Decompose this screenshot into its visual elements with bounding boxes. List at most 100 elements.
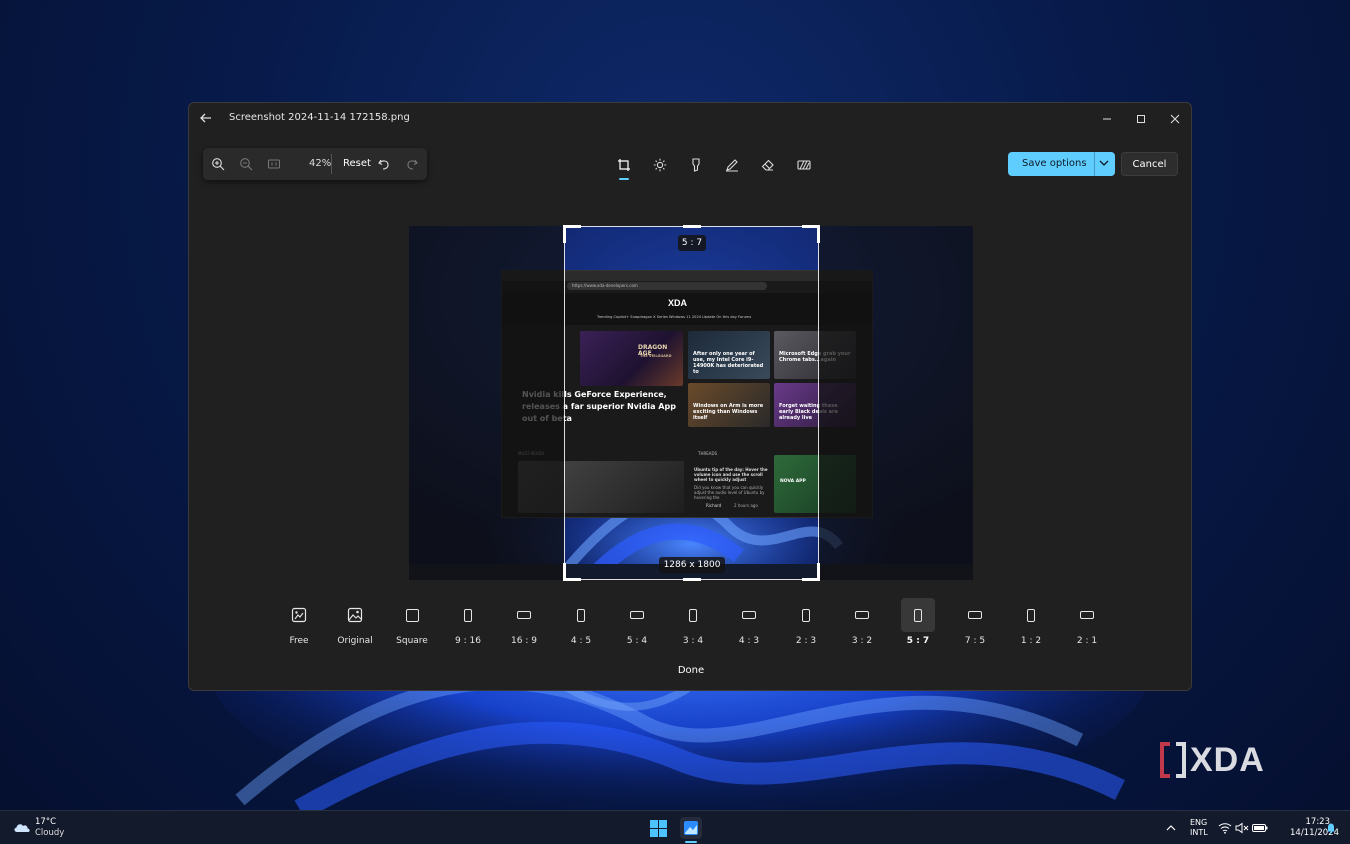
arrow-left-icon: [200, 113, 211, 123]
redo-button[interactable]: [403, 155, 421, 173]
crop-handle-top-left-v[interactable]: [563, 225, 566, 243]
aspect-ratio-label: 4 : 5: [570, 636, 592, 646]
landscape-ratio-icon: [517, 611, 531, 619]
aspect-ratio-option[interactable]: 4 : 3: [731, 598, 767, 648]
aspect-ratio-icon-wrap: [282, 598, 316, 632]
running-app-indicator: [685, 841, 697, 843]
system-clock[interactable]: 17:23 14/11/2024: [1290, 817, 1339, 839]
input-language[interactable]: ENG INTL: [1190, 818, 1208, 838]
cloud-icon[interactable]: [12, 819, 32, 835]
aspect-ratio-icon-wrap: [789, 598, 823, 632]
minimize-button[interactable]: [1099, 111, 1115, 127]
crop-handle-bottom-right-v[interactable]: [817, 563, 820, 581]
notification-bell-icon[interactable]: [1326, 822, 1336, 834]
aspect-ratio-option[interactable]: 7 : 5: [957, 598, 993, 648]
windows-start-icon[interactable]: [650, 820, 667, 837]
save-options-button[interactable]: Save options: [1008, 152, 1115, 176]
chevron-down-icon[interactable]: [1097, 156, 1111, 170]
crop-handle-top[interactable]: [683, 225, 701, 228]
maximize-button[interactable]: [1133, 111, 1149, 127]
crop-handle-bottom[interactable]: [683, 578, 701, 581]
volume-muted-icon[interactable]: [1235, 822, 1249, 834]
aspect-ratio-option[interactable]: 16 : 9: [506, 598, 542, 648]
battery-icon[interactable]: [1252, 822, 1268, 834]
square-icon: [405, 608, 419, 622]
weather-condition[interactable]: Cloudy: [35, 828, 64, 838]
landscape-ratio-icon: [630, 611, 644, 619]
wifi-icon[interactable]: [1218, 822, 1232, 834]
free-crop-icon: [291, 607, 307, 623]
crop-tool-button[interactable]: [614, 155, 634, 180]
photos-editor-window: Screenshot 2024-11-14 172158.png 42% Res…: [188, 102, 1192, 691]
brightness-icon: [653, 158, 667, 172]
aspect-ratio-label: 2 : 3: [795, 636, 817, 646]
crop-handle-top-right-v[interactable]: [817, 225, 820, 243]
language-code: ENG: [1190, 818, 1208, 827]
photos-app-button[interactable]: [680, 817, 702, 839]
xda-logo-mark: [1160, 742, 1186, 778]
portrait-ratio-icon: [689, 608, 697, 622]
clock-time: 17:23: [1305, 817, 1331, 827]
aspect-ratio-label: 1 : 2: [1020, 636, 1042, 646]
aspect-ratio-option[interactable]: 3 : 2: [844, 598, 880, 648]
zoom-out-button[interactable]: [237, 155, 255, 173]
clock-date: 14/11/2024: [1290, 828, 1339, 838]
split-divider: [1094, 152, 1095, 176]
image-canvas[interactable]: https://www.xda-developers.com XDA Trend…: [409, 225, 973, 581]
xda-watermark: XDA: [1160, 740, 1290, 780]
draw-tool-button[interactable]: [722, 155, 742, 175]
zoom-in-icon: [212, 158, 225, 171]
landscape-ratio-icon: [1080, 611, 1094, 619]
done-button[interactable]: Done: [661, 665, 721, 681]
crop-frame[interactable]: 5 : 7 1286 x 1800: [563, 225, 820, 581]
back-button[interactable]: [199, 111, 215, 127]
aspect-ratio-icon-wrap: [676, 598, 710, 632]
portrait-ratio-icon: [802, 608, 810, 622]
photos-app-icon: [684, 821, 698, 835]
close-button[interactable]: [1167, 111, 1183, 127]
xda-logo-word: XDA: [1190, 740, 1265, 779]
aspect-ratio-icon-wrap: [1070, 598, 1104, 632]
aspect-ratio-option[interactable]: 5 : 4: [619, 598, 655, 648]
aspect-ratio-option[interactable]: 5 : 7: [900, 598, 936, 648]
filter-tool-button[interactable]: [794, 155, 814, 175]
landscape-ratio-icon: [968, 611, 982, 619]
toolbar-divider: [331, 154, 332, 174]
cancel-button[interactable]: Cancel: [1121, 152, 1178, 176]
aspect-ratio-option[interactable]: Free: [281, 598, 317, 648]
markup-tool-button[interactable]: [686, 155, 706, 175]
weather-temperature[interactable]: 17°C: [35, 817, 56, 827]
crop-icon: [618, 159, 630, 171]
aspect-ratio-label: 2 : 1: [1076, 636, 1098, 646]
portrait-ratio-icon: [464, 608, 472, 622]
aspect-ratio-option[interactable]: Square: [394, 598, 430, 648]
zoom-in-button[interactable]: [209, 155, 227, 173]
aspect-ratio-option[interactable]: 9 : 16: [450, 598, 486, 648]
reset-button[interactable]: Reset: [343, 158, 371, 169]
minimize-icon: [1103, 118, 1111, 120]
aspect-ratio-icon-wrap: [845, 598, 879, 632]
aspect-ratio-option[interactable]: 4 : 5: [563, 598, 599, 648]
undo-button[interactable]: [375, 155, 393, 173]
zoom-level: 42%: [309, 158, 332, 169]
edit-tools: [614, 155, 814, 181]
erase-tool-button[interactable]: [758, 155, 778, 175]
aspect-ratio-icon-wrap: [958, 598, 992, 632]
aspect-ratio-label: 9 : 16: [455, 636, 481, 646]
aspect-ratio-icon-wrap: [732, 598, 766, 632]
chevron-up-icon[interactable]: [1166, 823, 1176, 833]
crop-ratio-indicator: 5 : 7: [678, 235, 706, 251]
aspect-ratio-option[interactable]: 3 : 4: [675, 598, 711, 648]
adjust-tool-button[interactable]: [650, 155, 670, 175]
aspect-ratio-option[interactable]: 2 : 3: [788, 598, 824, 648]
aspect-ratio-option[interactable]: Original: [337, 598, 373, 648]
aspect-ratio-option[interactable]: 1 : 2: [1013, 598, 1049, 648]
save-options-label: Save options: [1022, 158, 1087, 169]
actual-size-button[interactable]: [265, 155, 283, 173]
aspect-ratio-label: 4 : 3: [738, 636, 760, 646]
aspect-ratio-label: Free: [289, 636, 309, 646]
crop-handle-bottom-left-v[interactable]: [563, 563, 566, 581]
aspect-ratio-icon-wrap: [451, 598, 485, 632]
actual-size-icon: [268, 159, 280, 169]
aspect-ratio-option[interactable]: 2 : 1: [1069, 598, 1105, 648]
